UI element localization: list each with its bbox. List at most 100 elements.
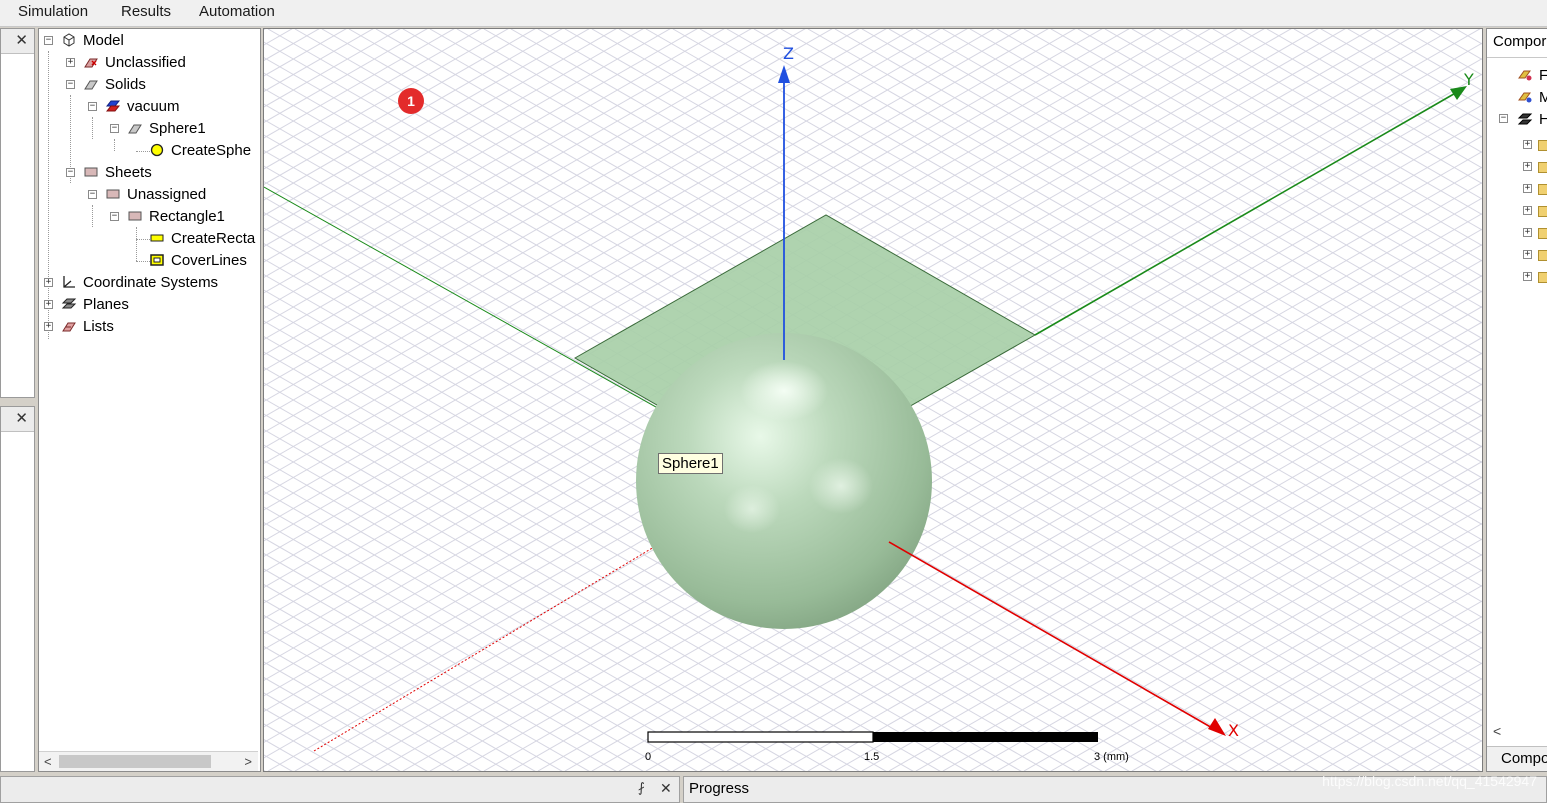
- folder-icon: [1538, 140, 1547, 151]
- expand-icon[interactable]: +: [44, 300, 53, 309]
- expand-icon[interactable]: +: [44, 322, 53, 331]
- tree-node-unclassified[interactable]: + Unclassified: [39, 52, 258, 74]
- component-subfolder-item[interactable]: +: [1523, 203, 1547, 219]
- scale-tick-mid: 1.5: [864, 751, 880, 763]
- components-panel-title: Compor: [1493, 33, 1547, 50]
- x-axis: [888, 541, 1215, 730]
- solids-icon: [84, 80, 98, 90]
- collapse-icon[interactable]: −: [44, 36, 53, 45]
- collapse-icon[interactable]: −: [1499, 114, 1508, 123]
- component-subfolder-item[interactable]: +: [1523, 181, 1547, 197]
- scale-bar-black-segment: [873, 732, 1098, 742]
- coordinate-system-icon: [63, 276, 75, 288]
- solid-object-icon: [128, 124, 142, 134]
- y-axis-label: Y: [1464, 70, 1474, 89]
- model-tree: − Model + Unclassified − Solids − vacuum…: [38, 28, 261, 772]
- bottom-left-panel: ⨏ ✕: [0, 776, 680, 803]
- panel-header: ✕: [1, 29, 34, 54]
- expand-icon[interactable]: +: [66, 58, 75, 67]
- tree-node-vacuum[interactable]: − vacuum: [39, 96, 258, 118]
- expand-icon[interactable]: +: [1523, 228, 1532, 237]
- tree-node-rectangle1[interactable]: − Rectangle1: [39, 206, 258, 228]
- annotation-marker-badge: 1: [398, 88, 424, 114]
- expand-icon[interactable]: +: [1523, 272, 1532, 281]
- expand-icon[interactable]: +: [1523, 184, 1532, 193]
- material-icon: [105, 100, 121, 112]
- folder-icon: [1538, 162, 1547, 173]
- collapse-icon[interactable]: −: [88, 190, 97, 199]
- sheet-object-icon: [128, 211, 142, 221]
- close-icon[interactable]: ✕: [15, 31, 28, 49]
- scale-tick-0: 0: [645, 751, 652, 763]
- scale-tick-end: 3 (mm): [1094, 751, 1129, 763]
- sphere-command-icon: [150, 143, 164, 157]
- scrollbar-thumb[interactable]: [59, 755, 211, 768]
- sphere-highlight: [809, 458, 873, 514]
- tree-node-lists[interactable]: + Lists: [39, 316, 258, 338]
- tree-node-coordinate-systems[interactable]: + Coordinate Systems: [39, 272, 258, 294]
- lists-icon: [62, 322, 76, 332]
- planes-icon: [61, 298, 77, 309]
- expand-icon[interactable]: +: [44, 278, 53, 287]
- tree-node-create-sphere[interactable]: CreateSphe: [39, 140, 258, 162]
- cover-lines-icon: [150, 254, 164, 266]
- menu-bar: Simulation Results Automation: [0, 0, 1547, 27]
- component-subfolder-item[interactable]: +: [1523, 225, 1547, 241]
- folder-icon: [1538, 184, 1547, 195]
- tree-node-unassigned[interactable]: − Unassigned: [39, 184, 258, 206]
- tree-node-model[interactable]: − Model: [39, 30, 258, 52]
- expand-icon[interactable]: +: [1523, 140, 1532, 149]
- folder-icon: [1538, 206, 1547, 217]
- collapse-icon[interactable]: −: [66, 168, 75, 177]
- expand-icon[interactable]: +: [1523, 162, 1532, 171]
- menu-automation[interactable]: Automation: [199, 3, 275, 20]
- tree-node-solids[interactable]: − Solids: [39, 74, 258, 96]
- menu-simulation[interactable]: Simulation: [18, 3, 88, 20]
- tree-node-planes[interactable]: + Planes: [39, 294, 258, 316]
- menu-results[interactable]: Results: [121, 3, 171, 20]
- scale-bar-white-segment: [647, 731, 874, 743]
- sheets-icon: [84, 167, 98, 177]
- sphere-highlight: [724, 485, 780, 533]
- component-subfolder-item[interactable]: +: [1523, 247, 1547, 263]
- expand-icon[interactable]: +: [1523, 206, 1532, 215]
- tree-node-sheets[interactable]: − Sheets: [39, 162, 258, 184]
- divider: [1487, 57, 1547, 58]
- component-library-icon: [1517, 113, 1533, 125]
- component-subfolder-item[interactable]: +: [1523, 137, 1547, 153]
- component-folder-icon: [1518, 92, 1532, 103]
- modeler-3d-viewport[interactable]: Z Y X 0 1.5 3 (mm) 1 Sphere1: [263, 28, 1483, 772]
- scroll-right-arrow-icon[interactable]: >: [244, 752, 252, 771]
- 3d-scene[interactable]: [264, 29, 1482, 771]
- close-icon[interactable]: ✕: [15, 409, 28, 427]
- component-subfolder-item[interactable]: +: [1523, 269, 1547, 285]
- collapse-icon[interactable]: −: [66, 80, 75, 89]
- folder-icon: [1538, 272, 1547, 283]
- component-subfolder-item[interactable]: +: [1523, 159, 1547, 175]
- expand-icon[interactable]: +: [1523, 250, 1532, 259]
- z-axis-label: Z: [783, 44, 794, 63]
- scroll-left-arrow-icon[interactable]: <: [1493, 723, 1513, 741]
- collapse-icon[interactable]: −: [110, 124, 119, 133]
- sphere-highlight: [740, 361, 828, 421]
- tree-node-create-rectangle[interactable]: CreateRecta: [39, 228, 258, 250]
- tree-node-sphere1[interactable]: − Sphere1: [39, 118, 258, 140]
- close-icon[interactable]: ✕: [660, 780, 672, 797]
- x-axis-arrowhead-icon: [1208, 718, 1226, 736]
- components-panel: Compor F M − H +++++++ < Compo: [1486, 28, 1547, 772]
- left-docked-panel-bottom: ✕: [0, 406, 35, 772]
- collapse-icon[interactable]: −: [110, 212, 119, 221]
- model-cube-icon: [63, 33, 75, 47]
- pin-icon[interactable]: ⨏: [638, 780, 645, 796]
- x-axis-label: X: [1228, 721, 1239, 740]
- rectangle-command-icon: [150, 234, 164, 242]
- watermark-text: https://blog.csdn.net/qq_41542947: [1322, 773, 1537, 789]
- scroll-left-arrow-icon[interactable]: <: [44, 752, 52, 771]
- collapse-icon[interactable]: −: [88, 102, 97, 111]
- left-docked-panel-top: ✕: [0, 28, 35, 398]
- components-tab[interactable]: Compo: [1487, 746, 1547, 771]
- component-folder-icon: [1518, 70, 1532, 81]
- tree-node-cover-lines[interactable]: CoverLines: [39, 250, 258, 272]
- unclassified-icon: [84, 58, 98, 68]
- tree-horizontal-scrollbar[interactable]: < >: [39, 751, 258, 771]
